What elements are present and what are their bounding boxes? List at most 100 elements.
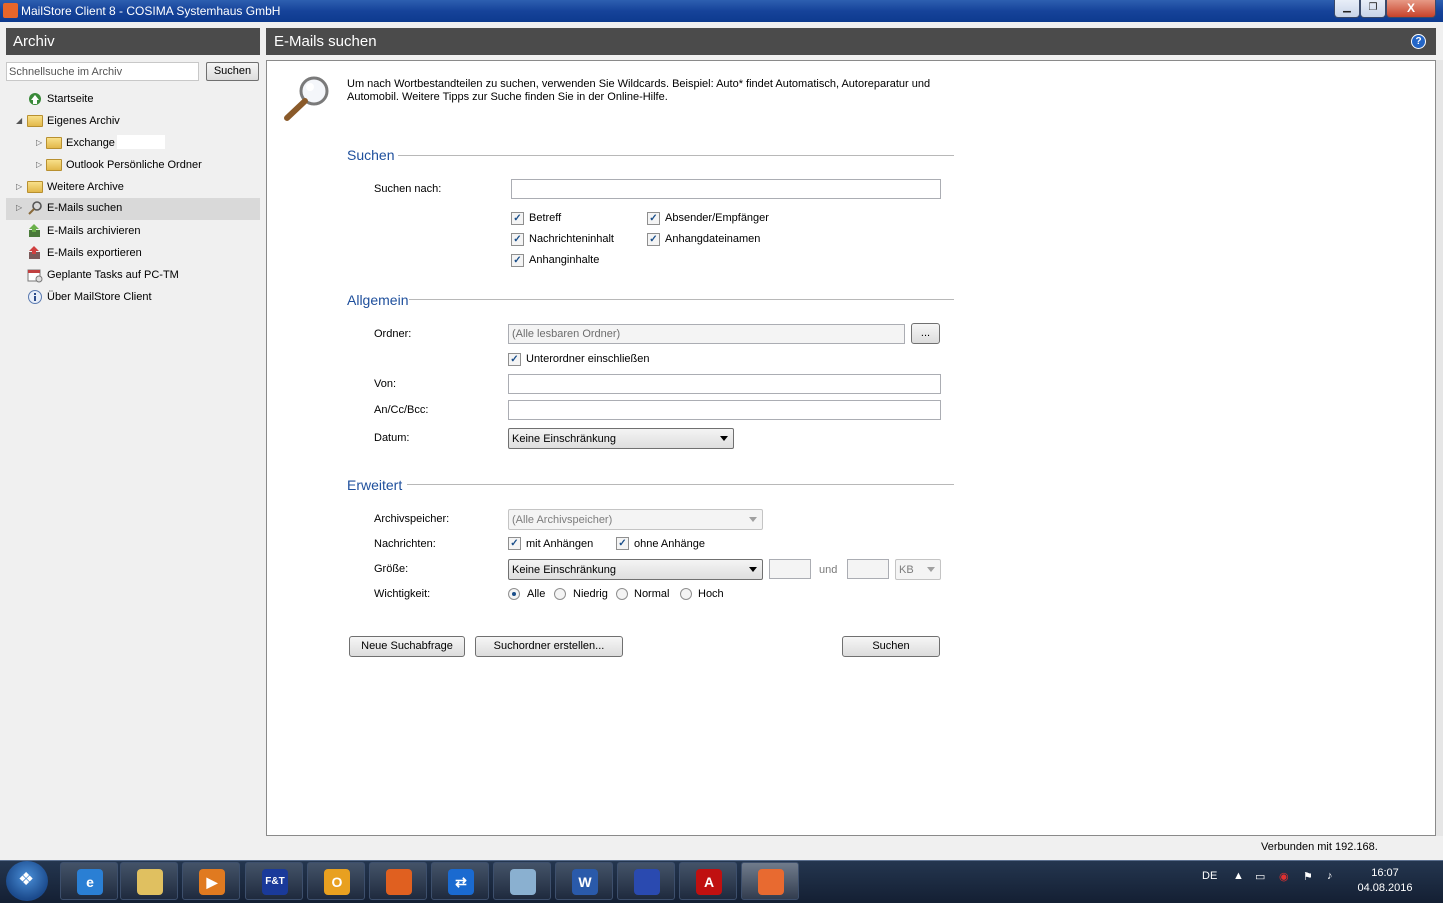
section-divider bbox=[407, 484, 954, 485]
export-icon bbox=[29, 246, 40, 259]
priority-low-radio[interactable] bbox=[554, 588, 566, 600]
folder-icon bbox=[27, 115, 43, 127]
start-button[interactable] bbox=[6, 861, 48, 901]
tree-item-startseite[interactable]: Startseite bbox=[27, 89, 227, 109]
minimize-button[interactable]: ▁ bbox=[1334, 0, 1360, 18]
priority-normal-radio[interactable] bbox=[616, 588, 628, 600]
date-dropdown[interactable]: Keine Einschränkung bbox=[508, 428, 734, 449]
sender-recipient-checkbox[interactable]: ✓ bbox=[647, 212, 660, 225]
tree-item-outlook-personal-folders[interactable]: Outlook Persönliche Ordner bbox=[46, 155, 246, 175]
save-disk-icon bbox=[634, 869, 660, 895]
size-min-input[interactable] bbox=[769, 559, 811, 579]
with-attachments-checkbox[interactable]: ✓ bbox=[508, 537, 521, 550]
size-dropdown[interactable]: Keine Einschränkung bbox=[508, 559, 763, 580]
priority-high-radio[interactable] bbox=[680, 588, 692, 600]
window-title: MailStore Client 8 - COSIMA Systemhaus G… bbox=[21, 4, 281, 18]
include-subfolders-checkbox[interactable]: ✓ bbox=[508, 353, 521, 366]
taskbar-clock[interactable]: 16:07 04.08.2016 bbox=[1355, 866, 1415, 896]
expand-arrow-icon[interactable]: ▷ bbox=[36, 160, 42, 169]
folder-icon bbox=[46, 137, 62, 149]
tree-item-scheduled-tasks[interactable]: Geplante Tasks auf PC-TM bbox=[27, 265, 227, 285]
expand-arrow-icon[interactable]: ▷ bbox=[16, 198, 22, 218]
tree-item-label: E-Mails archivieren bbox=[47, 225, 141, 237]
taskbar-app-button[interactable]: A bbox=[679, 862, 737, 900]
home-icon bbox=[29, 93, 41, 105]
ft-soft-icon: F&T bbox=[262, 869, 288, 895]
quick-search-input[interactable] bbox=[6, 62, 199, 81]
size-unit-dropdown[interactable]: KB bbox=[895, 559, 941, 580]
network-icon[interactable]: ▭ bbox=[1255, 870, 1265, 883]
search-hint-text: Um nach Wortbestandteilen zu suchen, ver… bbox=[347, 78, 931, 103]
expand-arrow-icon[interactable]: ▷ bbox=[16, 182, 22, 191]
tree-item-emails-exportieren[interactable]: E-Mails exportieren bbox=[27, 243, 227, 263]
scrollbar-track[interactable] bbox=[1436, 60, 1443, 836]
taskbar-app-button[interactable]: ▶ bbox=[182, 862, 240, 900]
tray-expand-icon[interactable]: ▲ bbox=[1233, 870, 1244, 882]
priority-all-radio[interactable] bbox=[508, 588, 520, 600]
message-content-checkbox[interactable]: ✓ bbox=[511, 233, 524, 246]
antivirus-icon[interactable]: ◉ bbox=[1279, 870, 1289, 883]
language-indicator[interactable]: DE bbox=[1202, 870, 1217, 882]
clock-date: 04.08.2016 bbox=[1357, 882, 1413, 894]
create-search-folder-button[interactable]: Suchordner erstellen... bbox=[475, 636, 623, 657]
priority-all-label: Alle bbox=[527, 588, 546, 600]
attachment-names-checkbox[interactable]: ✓ bbox=[647, 233, 660, 246]
without-attachments-label: ohne Anhänge bbox=[634, 538, 705, 550]
word-icon: W bbox=[572, 869, 598, 895]
taskbar-app-button[interactable]: O bbox=[307, 862, 365, 900]
collapse-arrow-icon[interactable]: ◢ bbox=[16, 116, 22, 125]
taskbar-app-button[interactable]: ⇄ bbox=[431, 862, 489, 900]
tree-item-label: Exchange bbox=[66, 137, 115, 149]
taskbar-app-button[interactable] bbox=[369, 862, 427, 900]
tree-item-eigenes-archiv[interactable]: Eigenes Archiv bbox=[27, 111, 227, 131]
close-button[interactable]: X bbox=[1386, 0, 1436, 18]
quick-search-button[interactable]: Suchen bbox=[206, 62, 259, 81]
attachment-content-checkbox[interactable]: ✓ bbox=[511, 254, 524, 267]
archive-icon bbox=[29, 224, 40, 237]
expand-arrow-icon[interactable]: ▷ bbox=[36, 138, 42, 147]
action-center-flag-icon[interactable]: ⚑ bbox=[1303, 870, 1313, 883]
taskbar-app-button[interactable] bbox=[493, 862, 551, 900]
archive-store-dropdown[interactable]: (Alle Archivspeicher) bbox=[508, 509, 763, 530]
to-cc-bcc-label: An/Cc/Bcc: bbox=[374, 404, 429, 416]
tree-item-label: Geplante Tasks auf PC-TM bbox=[47, 269, 179, 281]
chevron-down-icon bbox=[749, 517, 757, 522]
tree-item-emails-archivieren[interactable]: E-Mails archivieren bbox=[27, 221, 227, 241]
calendar-icon bbox=[27, 269, 43, 283]
taskbar-app-button[interactable]: F&T bbox=[245, 862, 303, 900]
tree-item-emails-suchen[interactable]: ▷ E-Mails suchen bbox=[6, 198, 260, 220]
search-button[interactable]: Suchen bbox=[842, 636, 940, 657]
size-max-input[interactable] bbox=[847, 559, 889, 579]
subject-checkbox[interactable]: ✓ bbox=[511, 212, 524, 225]
taskbar-app-button[interactable]: W bbox=[555, 862, 613, 900]
magnifier-icon bbox=[284, 76, 329, 121]
teamviewer-icon: ⇄ bbox=[448, 869, 474, 895]
clock-time: 16:07 bbox=[1371, 867, 1399, 879]
from-input[interactable] bbox=[508, 374, 941, 394]
maximize-button[interactable]: ❐ bbox=[1360, 0, 1386, 18]
taskbar-app-button[interactable] bbox=[617, 862, 675, 900]
tree-item-weitere-archive[interactable]: Weitere Archive bbox=[27, 177, 227, 197]
folder-label: Ordner: bbox=[374, 328, 412, 340]
sender-recipient-checkbox-label: Absender/Empfänger bbox=[665, 212, 769, 224]
priority-label: Wichtigkeit: bbox=[374, 588, 431, 600]
redacted-mask bbox=[1380, 841, 1418, 855]
tree-item-about[interactable]: Über MailStore Client bbox=[27, 287, 227, 307]
folder-field[interactable]: (Alle lesbaren Ordner) bbox=[508, 324, 905, 344]
taskbar-app-button[interactable]: e bbox=[60, 862, 118, 900]
volume-icon[interactable]: ♪ bbox=[1327, 870, 1333, 882]
browse-folder-button[interactable]: ... bbox=[911, 323, 940, 344]
from-label: Von: bbox=[374, 378, 397, 390]
size-dropdown-value: Keine Einschränkung bbox=[512, 564, 616, 576]
search-for-input[interactable] bbox=[511, 179, 941, 199]
help-icon[interactable]: ? bbox=[1411, 34, 1426, 49]
taskbar-app-button[interactable] bbox=[120, 862, 178, 900]
message-content-checkbox-label: Nachrichteninhalt bbox=[529, 233, 614, 245]
taskbar-app-button[interactable] bbox=[741, 862, 799, 900]
page-title: E-Mails suchen bbox=[266, 28, 1436, 55]
without-attachments-checkbox[interactable]: ✓ bbox=[616, 537, 629, 550]
new-query-button[interactable]: Neue Suchabfrage bbox=[349, 636, 465, 657]
search-for-label: Suchen nach: bbox=[374, 183, 442, 195]
to-cc-bcc-input[interactable] bbox=[508, 400, 941, 420]
size-and-label: und bbox=[819, 564, 838, 576]
